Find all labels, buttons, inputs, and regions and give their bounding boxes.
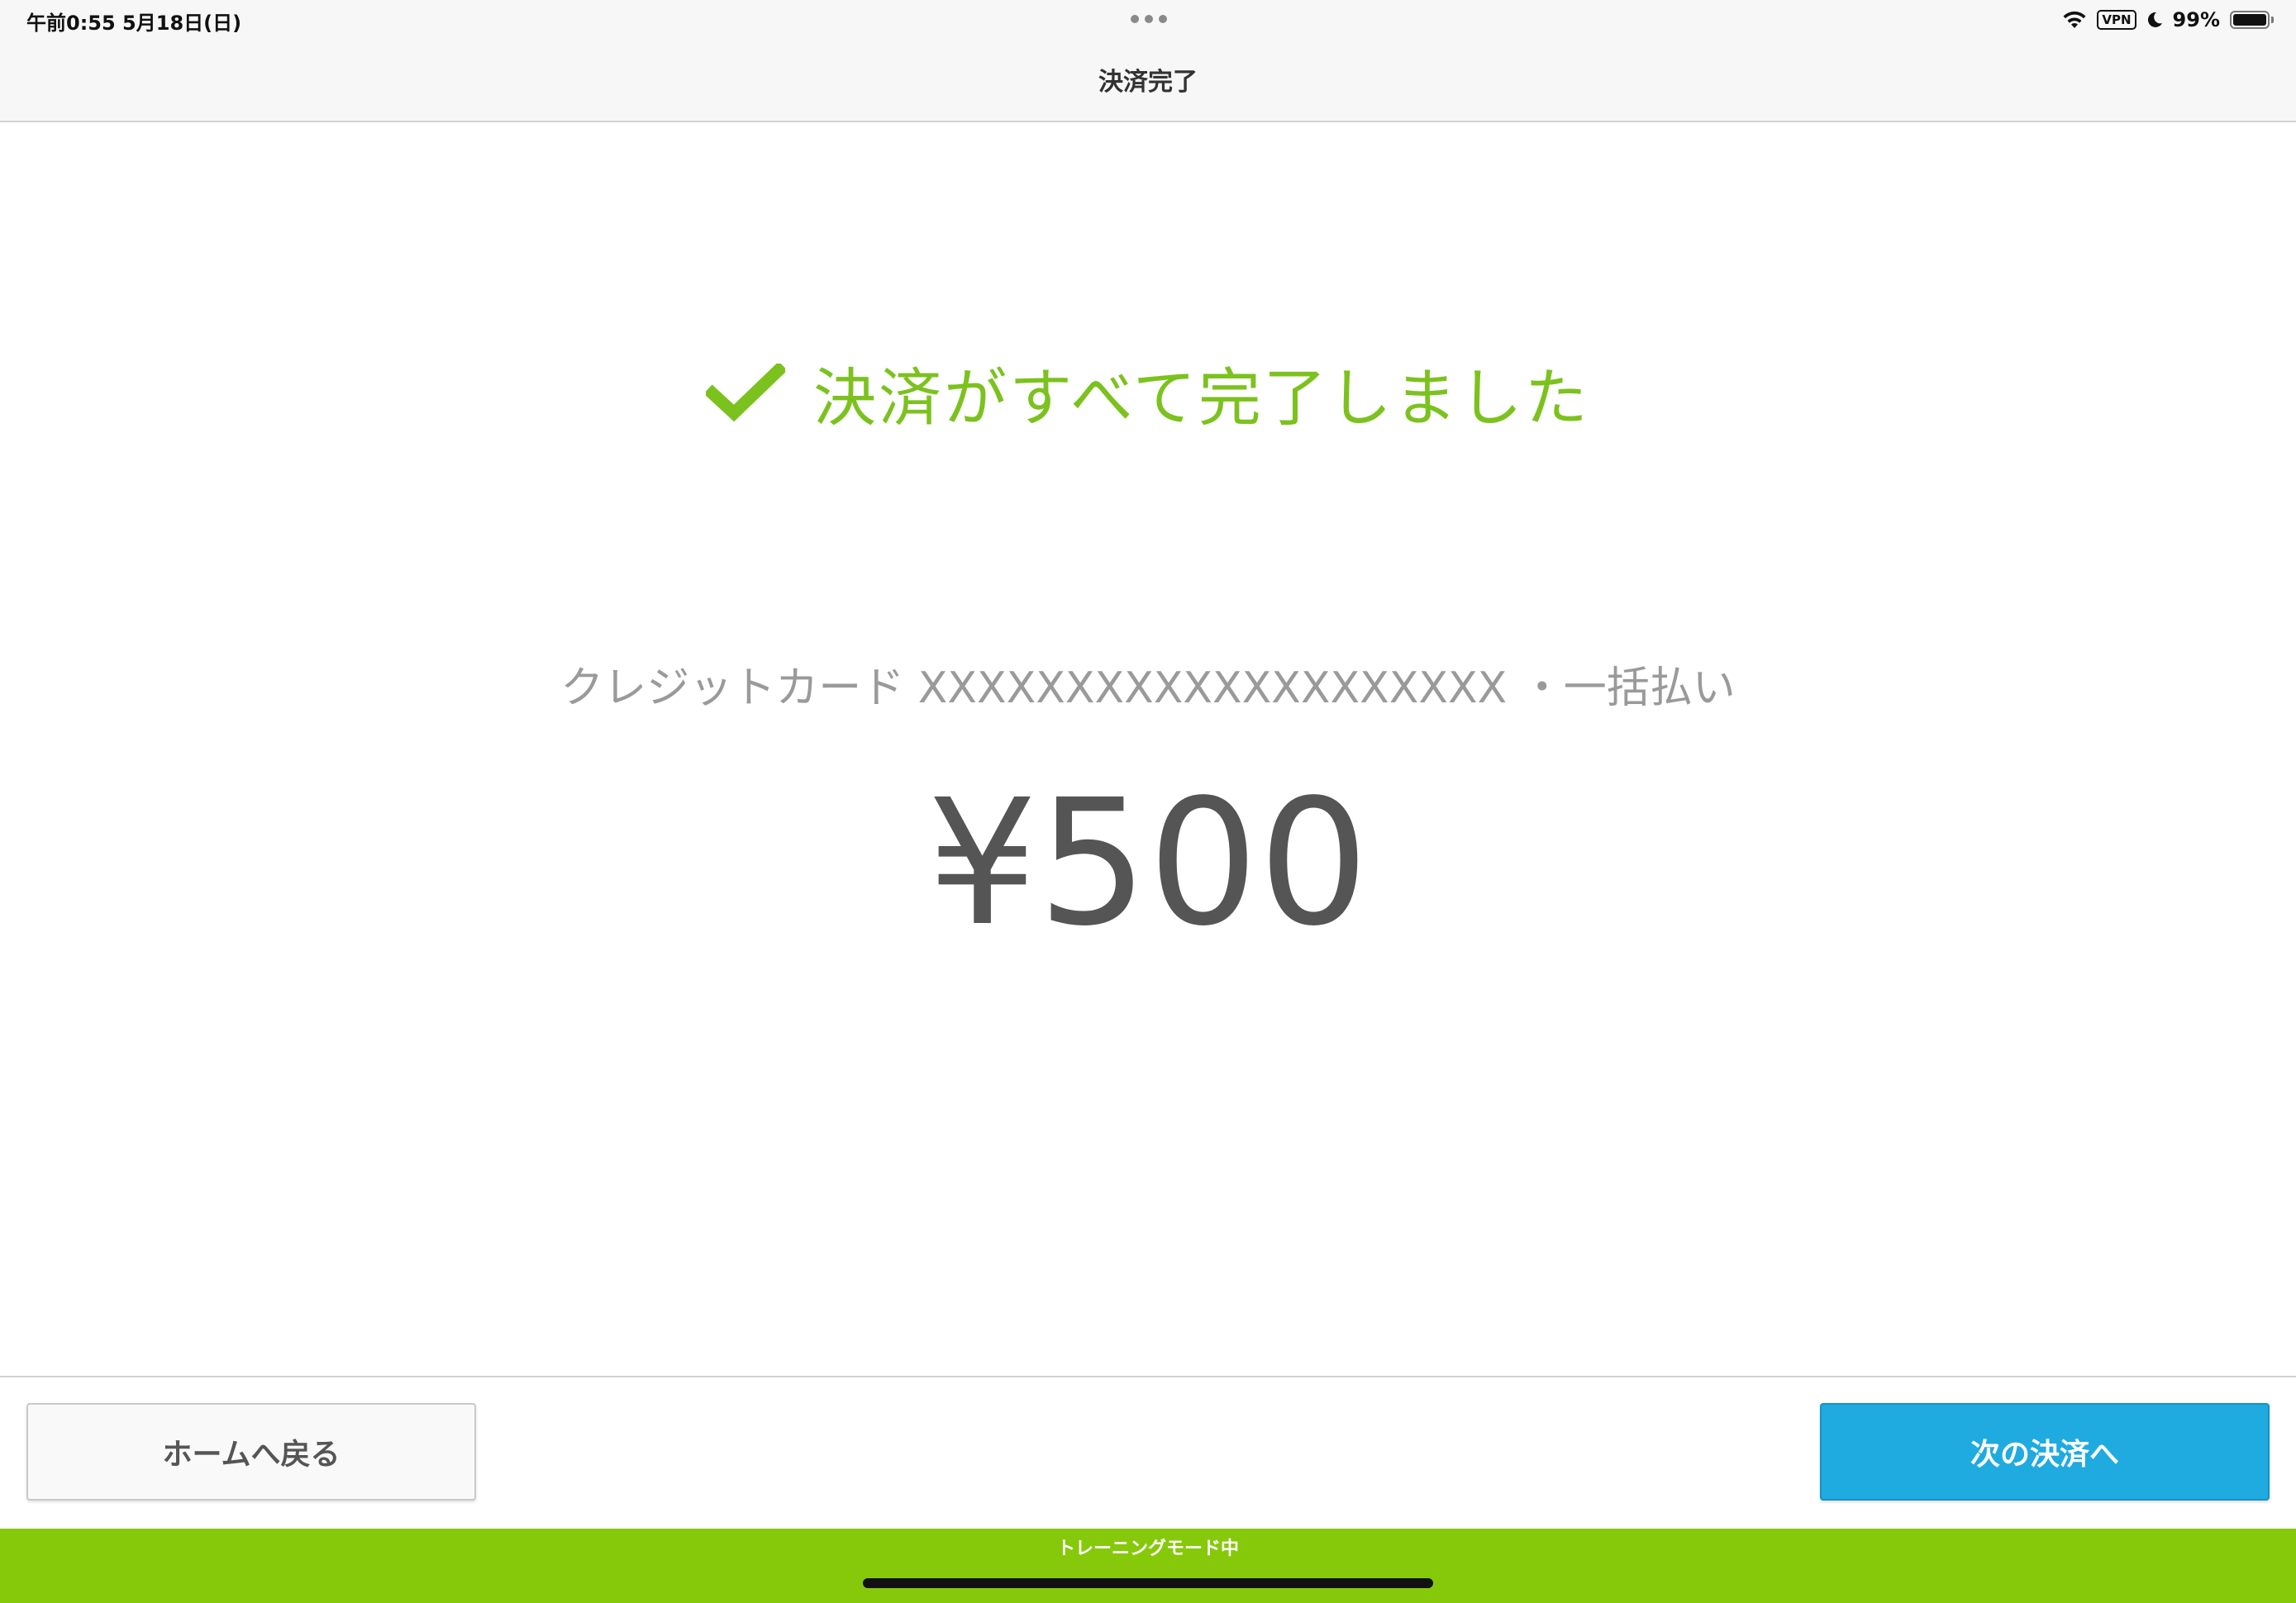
wifi-icon: [2063, 11, 2086, 28]
success-message-row: 決済がすべて完了しました: [0, 347, 2296, 438]
battery-percentage: 99%: [2172, 8, 2220, 31]
page-title: 決済完了: [1098, 68, 1198, 97]
home-button[interactable]: ホームへ戻る: [26, 1403, 476, 1501]
payment-amount: ¥500: [926, 762, 1370, 964]
moon-icon: [2147, 12, 2162, 27]
payment-method-text: クレジットカード XXXXXXXXXXXXXXXXXXXX ・一括払い: [560, 664, 1736, 713]
home-indicator[interactable]: [863, 1578, 1433, 1588]
payment-complete-screen: 午前0:55 5月18日(日) VPN 99% 決済完了 決済がすべて完了しまし…: [0, 0, 2296, 1603]
status-time-date: 午前0:55 5月18日(日): [26, 12, 242, 35]
status-indicators: VPN 99%: [2062, 5, 2274, 35]
training-mode-bar: トレーニングモード中: [0, 1529, 2296, 1603]
battery-icon: [2230, 11, 2274, 29]
multitasking-dots-icon[interactable]: [1131, 15, 1167, 23]
top-bar: 午前0:55 5月18日(日) VPN 99% 決済完了: [0, 0, 2296, 122]
next-payment-button[interactable]: 次の決済へ: [1820, 1403, 2270, 1501]
vpn-icon: VPN: [2097, 10, 2136, 30]
success-message: 決済がすべて完了しました: [813, 361, 1590, 435]
training-mode-label: トレーニングモード中: [1056, 1539, 1239, 1559]
checkmark-icon: [706, 364, 786, 421]
divider: [0, 1376, 2296, 1377]
